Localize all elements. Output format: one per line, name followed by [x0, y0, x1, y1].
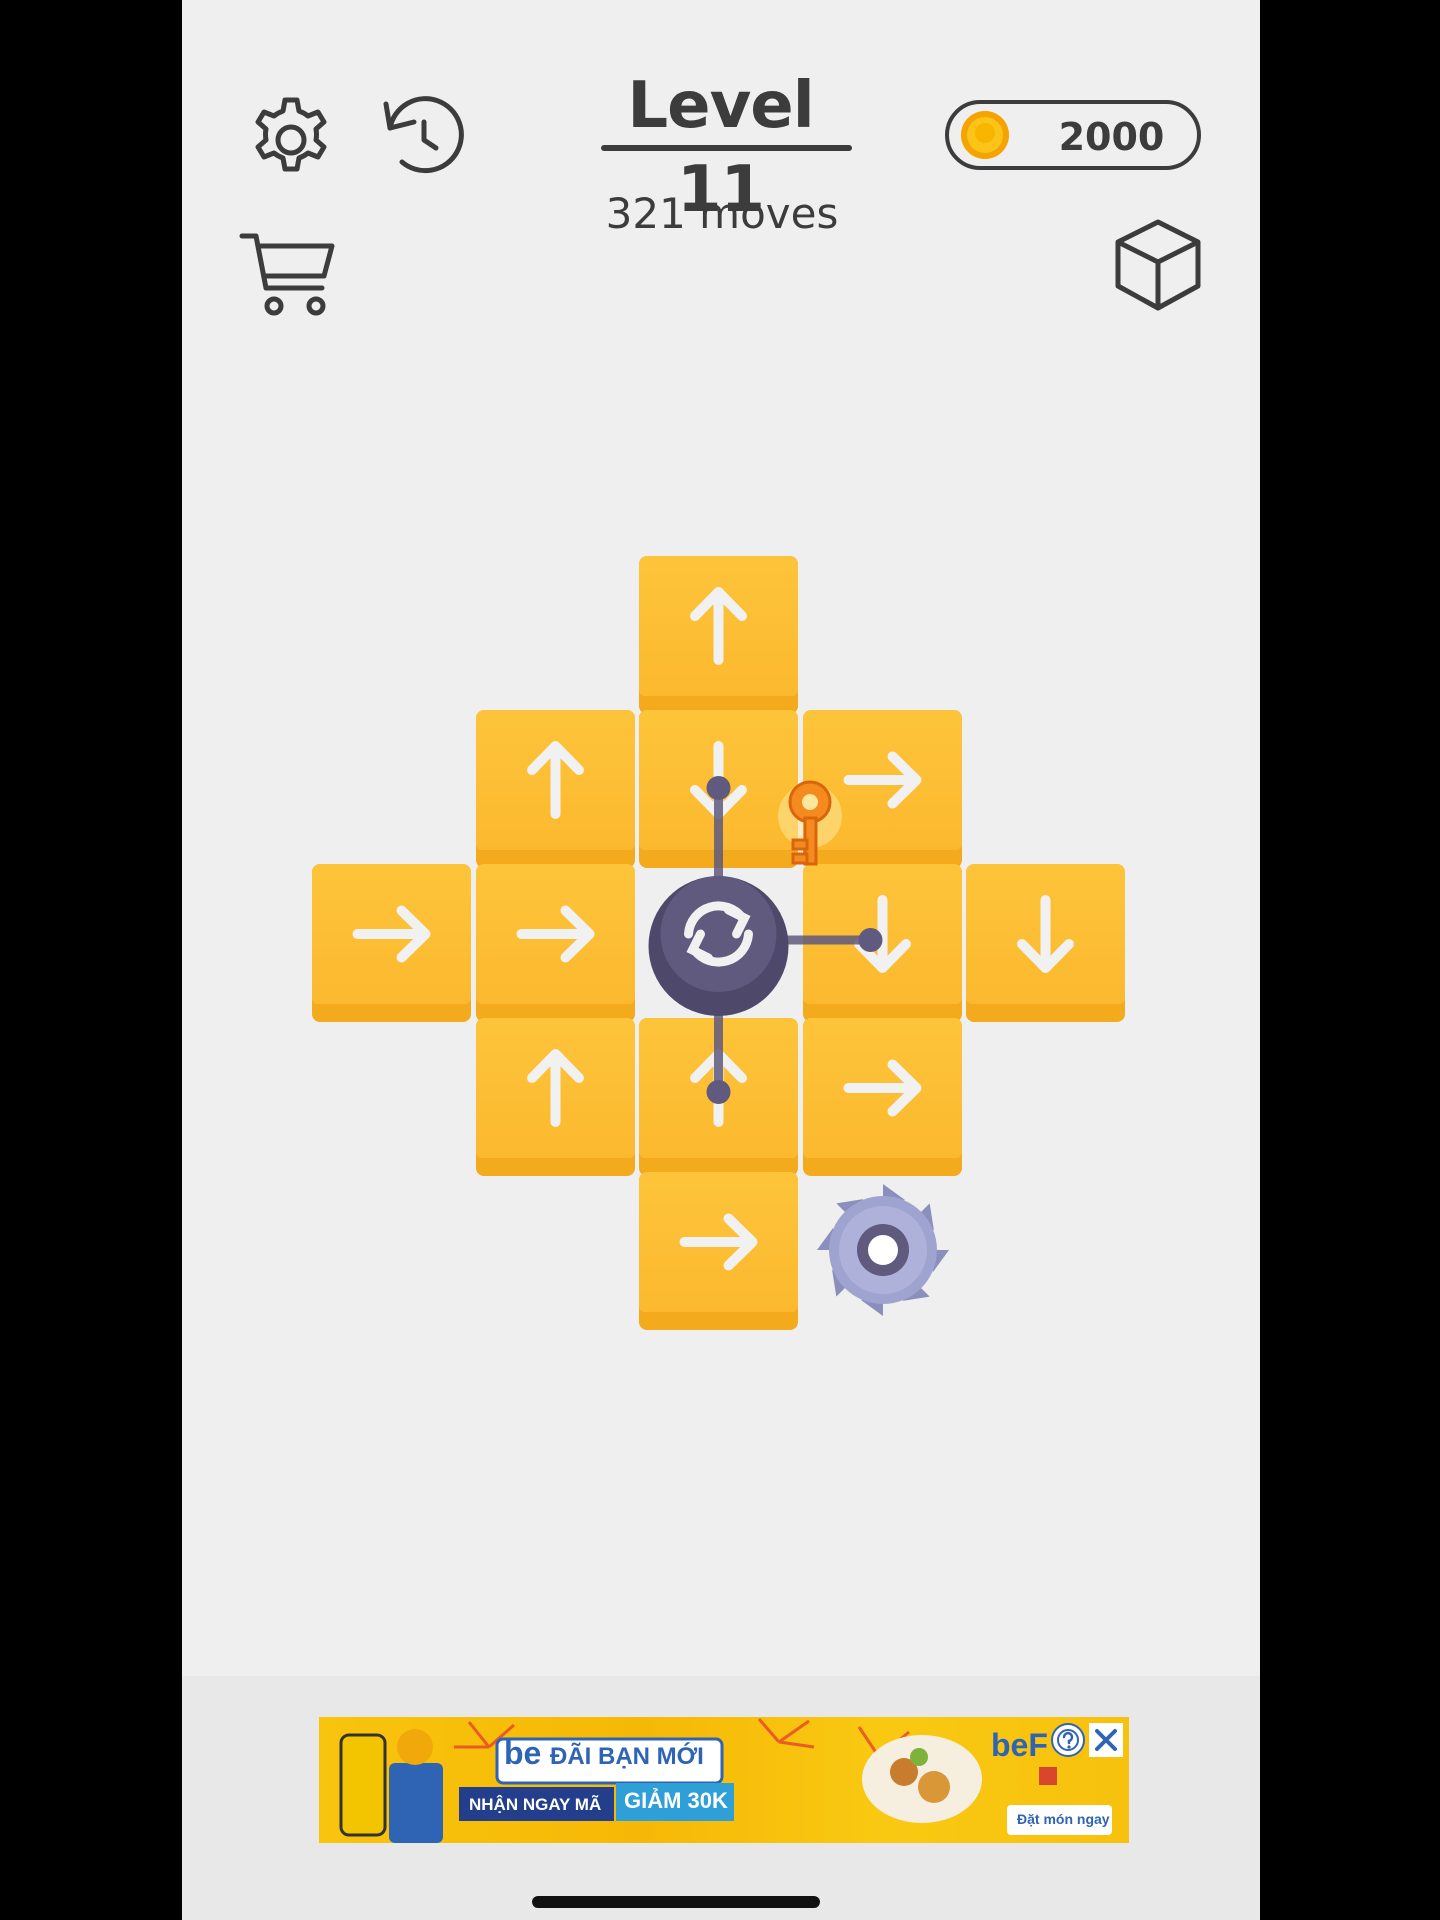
home-indicator: [532, 1896, 820, 1908]
key-icon: [777, 780, 842, 866]
game-board: [182, 0, 1260, 1400]
close-icon: [1095, 1729, 1117, 1751]
ad-close-button[interactable]: [1089, 1723, 1123, 1757]
rotator-arm-end-right: [858, 928, 883, 952]
question-icon: [1057, 1729, 1079, 1751]
ad-subtext-left: NHẬN NGAY MÃ: [469, 1795, 602, 1814]
rotator[interactable]: [182, 0, 1260, 1400]
ad-info-button[interactable]: [1051, 1723, 1085, 1757]
ad-subtext-right: GIẢM 30K: [624, 1788, 728, 1813]
ad-brand-logo: be: [504, 1735, 542, 1771]
rotator-arm-end-down: [706, 1080, 731, 1104]
saw-blade-icon: [816, 1184, 949, 1316]
ad-banner[interactable]: be ĐÃI BẠN MỚI NHẬN NGAY MÃ GIẢM 30K beF…: [319, 1717, 1129, 1843]
rotator-arm-end-up: [706, 776, 731, 800]
game-screen: Level 11 321 moves 2000 be ĐÃI BẠN MỚI N…: [182, 0, 1260, 1920]
ad-cta[interactable]: Đặt món ngay: [1017, 1811, 1110, 1827]
ad-brand-right: beF: [991, 1727, 1048, 1763]
ad-headline: ĐÃI BẠN MỚI: [550, 1743, 704, 1770]
rotator-cap: [660, 876, 777, 992]
